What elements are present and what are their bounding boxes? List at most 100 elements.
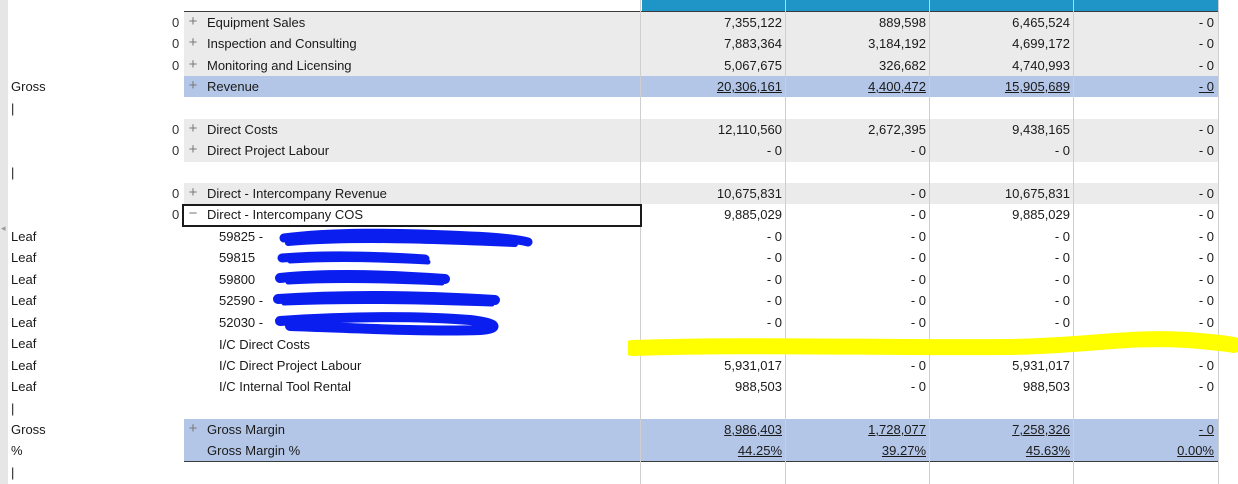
left-label-gross: Gross (11, 422, 46, 437)
value-cell[interactable]: 10,675,831 (642, 183, 782, 204)
row-label: I/C Direct Project Labour (219, 358, 362, 373)
value-cell[interactable]: 7,258,326 (930, 419, 1070, 440)
column-header-4[interactable] (1074, 0, 1218, 11)
value-cell[interactable]: 5,067,675 (642, 55, 782, 76)
collapse-arrow-icon[interactable]: ◂ (1, 222, 7, 234)
value-cell[interactable]: - 0 (786, 183, 926, 204)
value-cell[interactable]: 988,503 (930, 376, 1070, 397)
value-cell[interactable]: - 0 (642, 290, 782, 311)
value-cell[interactable]: - 0 (786, 204, 926, 225)
value-cell[interactable]: - 0 (1074, 55, 1214, 76)
left-gutter: ◂ (0, 0, 8, 484)
value-cell[interactable]: - 0 (642, 226, 782, 247)
row-label: Direct - Intercompany Revenue (207, 186, 387, 201)
value-cell[interactable]: 9,885,029 (930, 204, 1070, 225)
value-cell[interactable]: - 0 (642, 247, 782, 268)
value-cell[interactable]: 889,598 (786, 12, 926, 33)
left-label-leaf: Leaf (11, 293, 37, 308)
value-cell[interactable]: - 0 (1074, 247, 1214, 268)
value-cell[interactable]: 15,905,689 (930, 76, 1070, 97)
value-cell[interactable]: 8,986,403 (642, 419, 782, 440)
expand-plus-icon[interactable]: + (186, 76, 200, 97)
value-cell[interactable]: - 0 (1074, 140, 1214, 161)
left-label-leaf: Leaf (11, 250, 37, 265)
left-label-bar: | (11, 165, 15, 180)
value-cell[interactable]: 7,883,364 (642, 33, 782, 54)
row-label: Direct Costs (207, 122, 278, 137)
collapse-minus-icon[interactable]: − (186, 204, 200, 225)
row-label: Direct Project Labour (207, 143, 330, 158)
expand-plus-icon[interactable]: + (186, 55, 200, 76)
expand-plus-icon[interactable]: + (186, 183, 200, 204)
value-cell[interactable]: - 0 (786, 247, 926, 268)
value-cell[interactable]: - 0 (642, 269, 782, 290)
value-cell[interactable]: - 0 (1074, 76, 1214, 97)
row-label: Monitoring and Licensing (207, 58, 352, 73)
value-cell[interactable]: - 0 (1074, 33, 1214, 54)
value-cell[interactable]: 10,675,831 (930, 183, 1070, 204)
row-label: Equipment Sales (207, 15, 306, 30)
value-cell[interactable]: - 0 (930, 290, 1070, 311)
column-header-1[interactable] (642, 0, 785, 11)
value-cell[interactable]: - 0 (1074, 419, 1214, 440)
value-cell[interactable]: - 0 (930, 226, 1070, 247)
row-label: Direct - Intercompany COS (207, 207, 364, 222)
left-label-leaf: Leaf (11, 358, 37, 373)
left-label-leaf: Leaf (11, 336, 37, 351)
value-cell[interactable]: - 0 (1074, 12, 1214, 33)
value-cell[interactable]: 0.00% (1074, 440, 1214, 461)
left-label-leaf: Leaf (11, 379, 37, 394)
value-cell[interactable]: 7,355,122 (642, 12, 782, 33)
value-cell[interactable]: 326,682 (786, 55, 926, 76)
value-cell[interactable]: - 0 (786, 269, 926, 290)
row-label: Inspection and Consulting (207, 36, 357, 51)
value-cell[interactable]: - 0 (786, 376, 926, 397)
value-cell[interactable]: 2,672,395 (786, 119, 926, 140)
row-count: 0 (172, 143, 180, 158)
value-cell[interactable]: - 0 (930, 247, 1070, 268)
value-cell[interactable]: - 0 (1074, 183, 1214, 204)
value-cell[interactable]: - 0 (1074, 269, 1214, 290)
value-cell[interactable]: - 0 (786, 226, 926, 247)
value-cell[interactable]: - 0 (642, 140, 782, 161)
value-cell[interactable]: 20,306,161 (642, 76, 782, 97)
value-cell[interactable]: 1,728,077 (786, 419, 926, 440)
value-cell[interactable]: - 0 (1074, 204, 1214, 225)
expand-plus-icon[interactable]: + (186, 419, 200, 440)
row-label: 52590 - (219, 293, 264, 308)
left-label-bar: | (11, 101, 15, 116)
expand-plus-icon[interactable]: + (186, 119, 200, 140)
value-cell[interactable]: - 0 (1074, 226, 1214, 247)
value-cell[interactable]: 6,465,524 (930, 12, 1070, 33)
value-cell[interactable]: - 0 (786, 290, 926, 311)
value-cell[interactable]: - 0 (1074, 290, 1214, 311)
row-label: Gross Margin % (207, 443, 301, 458)
value-cell[interactable]: 45.63% (930, 440, 1070, 461)
row-label: Gross Margin (207, 422, 286, 437)
value-cell[interactable]: 39.27% (786, 440, 926, 461)
value-cell[interactable]: 988,503 (642, 376, 782, 397)
value-cell[interactable]: - 0 (1074, 376, 1214, 397)
value-cell[interactable]: - 0 (930, 140, 1070, 161)
column-separator (1218, 0, 1219, 484)
expand-plus-icon[interactable]: + (186, 12, 200, 33)
row-count: 0 (172, 36, 180, 51)
value-cell[interactable]: 12,110,560 (642, 119, 782, 140)
value-cell[interactable]: 3,184,192 (786, 33, 926, 54)
row-count: 0 (172, 58, 180, 73)
row-label: 59815 (219, 250, 256, 265)
column-header-3[interactable] (930, 0, 1073, 11)
expand-plus-icon[interactable]: + (186, 140, 200, 161)
value-cell[interactable]: 9,885,029 (642, 204, 782, 225)
value-cell[interactable]: 4,400,472 (786, 76, 926, 97)
value-cell[interactable]: 44.25% (642, 440, 782, 461)
expand-plus-icon[interactable]: + (186, 33, 200, 54)
value-cell[interactable]: - 0 (786, 140, 926, 161)
value-cell[interactable]: 4,699,172 (930, 33, 1070, 54)
value-cell[interactable]: - 0 (1074, 119, 1214, 140)
value-cell[interactable]: 4,740,993 (930, 55, 1070, 76)
value-cell[interactable]: 9,438,165 (930, 119, 1070, 140)
value-cell[interactable]: - 0 (930, 269, 1070, 290)
column-header-2[interactable] (786, 0, 929, 11)
redaction-scribble (273, 228, 533, 336)
